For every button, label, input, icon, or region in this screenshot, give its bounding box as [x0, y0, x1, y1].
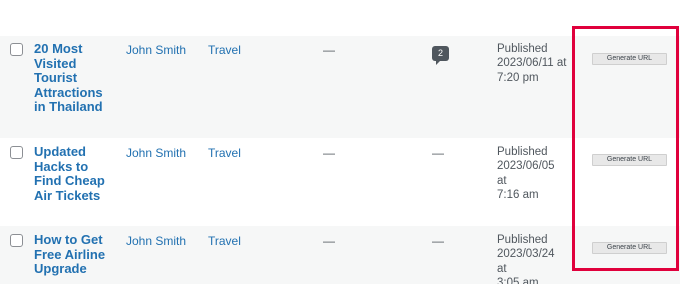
row-checkbox[interactable] [10, 43, 23, 56]
author-link[interactable]: John Smith [126, 146, 186, 160]
table-row: 20 Most Visited Tourist Attractions in T… [0, 36, 680, 138]
table-row: How to Get Free Airline Upgrade John Smi… [0, 226, 680, 284]
generate-url-button[interactable]: Generate URL [592, 154, 667, 166]
post-title-link[interactable]: How to Get Free Airline Upgrade [34, 232, 116, 277]
post-date: Published 2023/03/24 at 3:05 am [497, 233, 567, 284]
tags-empty: — [323, 146, 335, 160]
post-date-value: 2023/06/11 at [497, 57, 567, 70]
author-link[interactable]: John Smith [126, 43, 186, 57]
category-link[interactable]: Travel [208, 234, 241, 248]
post-time-value: 7:16 am [497, 188, 539, 201]
generate-url-button[interactable]: Generate URL [592, 53, 667, 65]
comments-empty: — [432, 234, 444, 248]
author-link[interactable]: John Smith [126, 234, 186, 248]
comment-count-bubble-icon[interactable]: 2 [432, 46, 449, 65]
category-link[interactable]: Travel [208, 43, 241, 57]
post-status: Published [497, 43, 548, 55]
comments-empty: — [432, 146, 444, 160]
posts-table: 20 Most Visited Tourist Attractions in T… [0, 0, 680, 284]
post-date: Published 2023/06/05 at 7:16 am [497, 145, 567, 202]
category-link[interactable]: Travel [208, 146, 241, 160]
post-date: Published 2023/06/11 at 7:20 pm [497, 42, 567, 85]
post-time-value: 3:05 am [497, 276, 539, 284]
post-date-value: 2023/06/05 at [497, 160, 555, 187]
post-time-value: 7:20 pm [497, 71, 539, 84]
row-checkbox[interactable] [10, 146, 23, 159]
post-status: Published [497, 234, 548, 246]
post-status: Published [497, 146, 548, 158]
post-title-link[interactable]: Updated Hacks to Find Cheap Air Tickets [34, 144, 116, 203]
post-date-value: 2023/03/24 at [497, 248, 555, 275]
tags-empty: — [323, 234, 335, 248]
post-title-link[interactable]: 20 Most Visited Tourist Attractions in T… [34, 41, 116, 115]
row-checkbox[interactable] [10, 234, 23, 247]
table-row: Updated Hacks to Find Cheap Air Tickets … [0, 138, 680, 226]
tags-empty: — [323, 43, 335, 57]
generate-url-button[interactable]: Generate URL [592, 242, 667, 254]
